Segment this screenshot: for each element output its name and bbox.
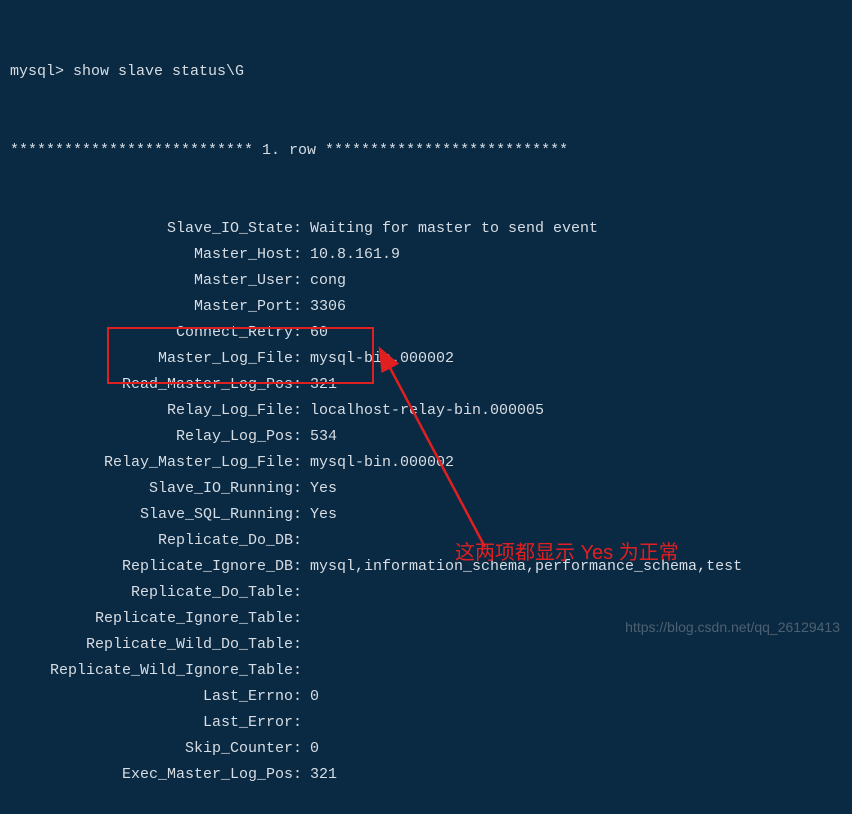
status-value: Yes: [310, 476, 337, 502]
status-label: Replicate_Ignore_Table:: [10, 606, 310, 632]
status-label: Slave_IO_State:: [10, 216, 310, 242]
status-label: Replicate_Wild_Ignore_Table:: [10, 658, 310, 684]
status-row: Master_User:cong: [10, 268, 842, 294]
status-row: Slave_IO_State:Waiting for master to sen…: [10, 216, 842, 242]
status-label: Replicate_Ignore_DB:: [10, 554, 310, 580]
status-label: Master_User:: [10, 268, 310, 294]
status-row: Read_Master_Log_Pos:321: [10, 372, 842, 398]
status-label: Replicate_Do_Table:: [10, 580, 310, 606]
status-value: 10.8.161.9: [310, 242, 400, 268]
status-row: Relay_Master_Log_File:mysql-bin.000002: [10, 450, 842, 476]
status-row: Skip_Counter:0: [10, 736, 842, 762]
status-row: Relay_Log_Pos:534: [10, 424, 842, 450]
row-separator: *************************** 1. row *****…: [10, 138, 842, 164]
status-row: Master_Port:3306: [10, 294, 842, 320]
status-label: Master_Log_File:: [10, 346, 310, 372]
annotation-text: 这两项都显示 Yes 为正常: [455, 536, 679, 570]
status-label: Last_Error:: [10, 710, 310, 736]
status-value: 60: [310, 320, 328, 346]
status-value: mysql-bin.000002: [310, 450, 454, 476]
status-value: 321: [310, 372, 337, 398]
status-row: Last_Errno:0: [10, 684, 842, 710]
status-row: Relay_Log_File:localhost-relay-bin.00000…: [10, 398, 842, 424]
status-label: Relay_Log_File:: [10, 398, 310, 424]
status-row: Master_Host:10.8.161.9: [10, 242, 842, 268]
status-value: 321: [310, 762, 337, 788]
status-label: Slave_IO_Running:: [10, 476, 310, 502]
status-row: Slave_IO_Running:Yes: [10, 476, 842, 502]
terminal-output: mysql> show slave status\G *************…: [10, 8, 842, 814]
status-row: Master_Log_File:mysql-bin.000002: [10, 346, 842, 372]
status-value: mysql-bin.000002: [310, 346, 454, 372]
status-row: Slave_SQL_Running:Yes: [10, 502, 842, 528]
watermark: https://blog.csdn.net/qq_26129413: [625, 616, 840, 640]
status-label: Replicate_Wild_Do_Table:: [10, 632, 310, 658]
status-row: Connect_Retry:60: [10, 320, 842, 346]
status-label: Master_Port:: [10, 294, 310, 320]
status-label: Connect_Retry:: [10, 320, 310, 346]
status-value: 0: [310, 736, 319, 762]
status-value: cong: [310, 268, 346, 294]
status-value: 3306: [310, 294, 346, 320]
status-row: Replicate_Ignore_DB:mysql,information_sc…: [10, 554, 842, 580]
status-row: Replicate_Wild_Ignore_Table:: [10, 658, 842, 684]
status-label: Relay_Log_Pos:: [10, 424, 310, 450]
status-label: Slave_SQL_Running:: [10, 502, 310, 528]
status-value: 0: [310, 684, 319, 710]
status-value: Yes: [310, 502, 337, 528]
status-value: 534: [310, 424, 337, 450]
mysql-prompt: mysql> show slave status\G: [10, 59, 842, 85]
status-row: Replicate_Do_Table:: [10, 580, 842, 606]
status-value: localhost-relay-bin.000005: [310, 398, 544, 424]
status-label: Relay_Master_Log_File:: [10, 450, 310, 476]
status-label: Master_Host:: [10, 242, 310, 268]
status-label: Read_Master_Log_Pos:: [10, 372, 310, 398]
status-label: Exec_Master_Log_Pos:: [10, 762, 310, 788]
status-label: Replicate_Do_DB:: [10, 528, 310, 554]
status-value: Waiting for master to send event: [310, 216, 598, 242]
status-label: Last_Errno:: [10, 684, 310, 710]
status-row: Exec_Master_Log_Pos:321: [10, 762, 842, 788]
status-row: Replicate_Do_DB:: [10, 528, 842, 554]
status-row: Last_Error:: [10, 710, 842, 736]
status-label: Skip_Counter:: [10, 736, 310, 762]
